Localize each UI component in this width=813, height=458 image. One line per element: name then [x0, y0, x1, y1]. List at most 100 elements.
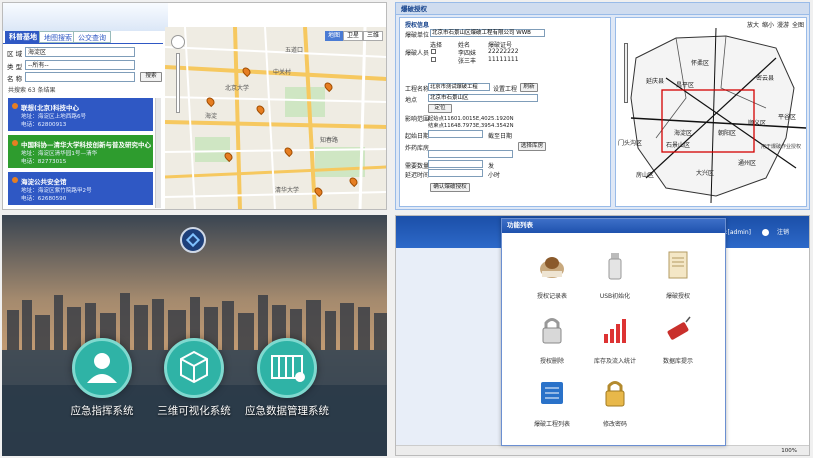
function-list-dialog: 功能列表 授权记录表 USB初始化 爆破授权 授权删除 库存及流入统计 数据库提…: [501, 218, 726, 446]
zoom-level[interactable]: 100%: [781, 448, 797, 455]
person-label: 爆破人员: [405, 50, 430, 57]
result-title: 海淀公共安全馆: [21, 178, 67, 186]
confirm-authorization-button[interactable]: 确认爆破授权: [430, 183, 470, 192]
delay-input[interactable]: [428, 169, 483, 177]
icon-label: USB初始化: [599, 293, 631, 300]
depot-label: 炸药库房: [405, 145, 430, 152]
result-title: 联想(北京)科技中心: [21, 104, 79, 112]
name-input[interactable]: [25, 72, 135, 82]
icon-label: 爆破授权: [665, 293, 690, 300]
map-district: 海淀区: [674, 130, 693, 137]
need-input[interactable]: [428, 160, 483, 168]
padlock-icon[interactable]: [599, 377, 631, 409]
search-button[interactable]: 搜索: [140, 72, 162, 82]
project-select[interactable]: 北京市测试爆破工程: [428, 83, 490, 91]
result-card[interactable]: 联想(北京)科技中心 地址：海淀区上地西路6号 电话：62800913: [8, 98, 153, 131]
refresh-button[interactable]: 刷新: [520, 83, 538, 92]
marker-icon: [12, 177, 18, 183]
locate-button[interactable]: 定位: [428, 104, 452, 113]
map-type-3d[interactable]: 三维: [362, 31, 383, 41]
emergency-command-button[interactable]: [72, 338, 132, 398]
end-date-label: 截至日期: [488, 133, 513, 140]
authorization-record-icon[interactable]: [536, 249, 568, 281]
icon-label: 授权记录表: [536, 293, 567, 300]
3d-visualization-button[interactable]: [164, 338, 224, 398]
map-district: 平谷区: [778, 114, 797, 121]
map-note: 用于爆破作业授权: [761, 144, 802, 150]
person-cert: 11111111: [488, 56, 519, 63]
bar-chart-icon[interactable]: [599, 314, 631, 346]
data-management-button[interactable]: [257, 338, 317, 398]
map-district: 门头沟区: [618, 140, 643, 147]
logout-icon[interactable]: [762, 229, 769, 236]
tab-map-search[interactable]: 地图搜索: [39, 31, 77, 43]
header-banner: [3, 3, 168, 31]
map-place: 知春路: [320, 137, 339, 144]
map-district: 昌平区: [676, 82, 695, 89]
system-logo: [180, 227, 206, 253]
map-district: 通州区: [738, 160, 757, 167]
map-district: 石景山区: [666, 142, 691, 149]
person-checkbox[interactable]: [431, 49, 436, 54]
type-field: 类 型 --所有--: [7, 60, 137, 71]
project-list-icon[interactable]: [536, 377, 568, 409]
function-list-app: 当前登录用户:[admin] 注销 100% 功能列表 授权记录表 USB初始: [395, 215, 810, 456]
region-map[interactable]: 放大 缩小 漫游 全图 怀柔区 延庆县 昌平区 密云县 平谷区 顺义区 海淀区 …: [615, 17, 807, 207]
map-type-satellite[interactable]: 卫星: [342, 31, 363, 41]
select-depot-button[interactable]: 选择库房: [518, 142, 546, 151]
document-icon[interactable]: [662, 249, 694, 281]
map-type-switch: 地图 卫星 三维: [324, 31, 383, 41]
result-address: 地址：海淀区紫竹院路甲2号: [21, 188, 92, 194]
blasting-authorization-window: 爆破授权 授权信息 爆破单位 北京市石景山区爆破工程有限公司 WWB 选择 姓名…: [395, 2, 810, 210]
tab-divider: [3, 43, 163, 44]
dialog-titlebar: 功能列表: [502, 219, 725, 233]
logout-link[interactable]: 注销: [777, 229, 789, 236]
map-place: 中关村: [273, 69, 292, 76]
lock-icon[interactable]: [536, 314, 568, 346]
map-place: 北京大学: [225, 85, 250, 92]
usb-icon[interactable]: [599, 249, 631, 281]
unit-label: 爆破单位: [405, 32, 430, 39]
range-label: 影响范围: [405, 116, 430, 123]
place-input[interactable]: 北京市石景山区: [428, 94, 538, 102]
district-select[interactable]: 海淀区: [25, 47, 135, 57]
depot-input[interactable]: [428, 150, 513, 158]
result-card[interactable]: 中国科协—清华大学科技创新与普及研究中心 地址：海淀区清华园1号—清华 电话：8…: [8, 135, 153, 168]
map-district: 大兴区: [696, 170, 715, 177]
marker-icon: [12, 140, 18, 146]
window-title: 爆破授权: [396, 3, 809, 15]
icon-label: 修改密码: [602, 421, 627, 428]
map-place: 海淀: [205, 113, 218, 120]
marker-icon: [12, 103, 18, 109]
tab-bus-query[interactable]: 公交查询: [73, 31, 111, 43]
form-area: 授权信息 爆破单位 北京市石景山区爆破工程有限公司 WWB 选择 姓名 爆破证号…: [399, 17, 611, 207]
type-select[interactable]: --所有--: [25, 60, 135, 70]
results-scrollbar[interactable]: [155, 98, 161, 208]
start-date-input[interactable]: [428, 130, 483, 138]
tab-science-base[interactable]: 科普基地: [5, 31, 41, 43]
person-checkbox[interactable]: [431, 57, 436, 62]
pan-control[interactable]: [171, 35, 185, 49]
range-end: 结束点11648.7973E,3954.3542N: [428, 123, 514, 129]
map-zoom-slider[interactable]: [624, 43, 628, 103]
place-label: 地点: [405, 97, 418, 104]
dynamite-icon[interactable]: [662, 314, 694, 346]
zoom-slider[interactable]: [176, 53, 180, 113]
unit-select[interactable]: 北京市石景山区爆破工程有限公司 WWB: [430, 29, 545, 37]
name-field: 名 称 搜索: [7, 72, 167, 83]
street-map[interactable]: 中关村 海淀 知春路 五道口 北京大学 清华大学 地图 卫星 三维: [164, 26, 386, 209]
map-search-app: 科普基地 地图搜索 公交查询 区 域 海淀区 类 型 --所有-- 名 称 搜索…: [2, 2, 387, 210]
result-card[interactable]: 海淀公共安全馆 地址：海淀区紫竹院路甲2号 电话：62680590: [8, 172, 153, 205]
map-district: 密云县: [756, 75, 775, 82]
icon-label: 授权删除: [539, 358, 564, 365]
set-project-link[interactable]: 设置工程: [493, 84, 517, 93]
map-district: 延庆县: [646, 78, 665, 85]
icon-label: 爆破工程列表: [533, 421, 570, 428]
logo-diamond-icon: [185, 232, 201, 248]
map-place: 清华大学: [275, 187, 300, 194]
district-field: 区 域 海淀区: [7, 47, 137, 58]
result-address: 地址：海淀区上地西路6号: [21, 114, 87, 120]
map-district: 朝阳区: [718, 130, 737, 137]
map-type-map[interactable]: 地图: [324, 31, 343, 41]
person-cert: 22222222: [488, 48, 519, 55]
